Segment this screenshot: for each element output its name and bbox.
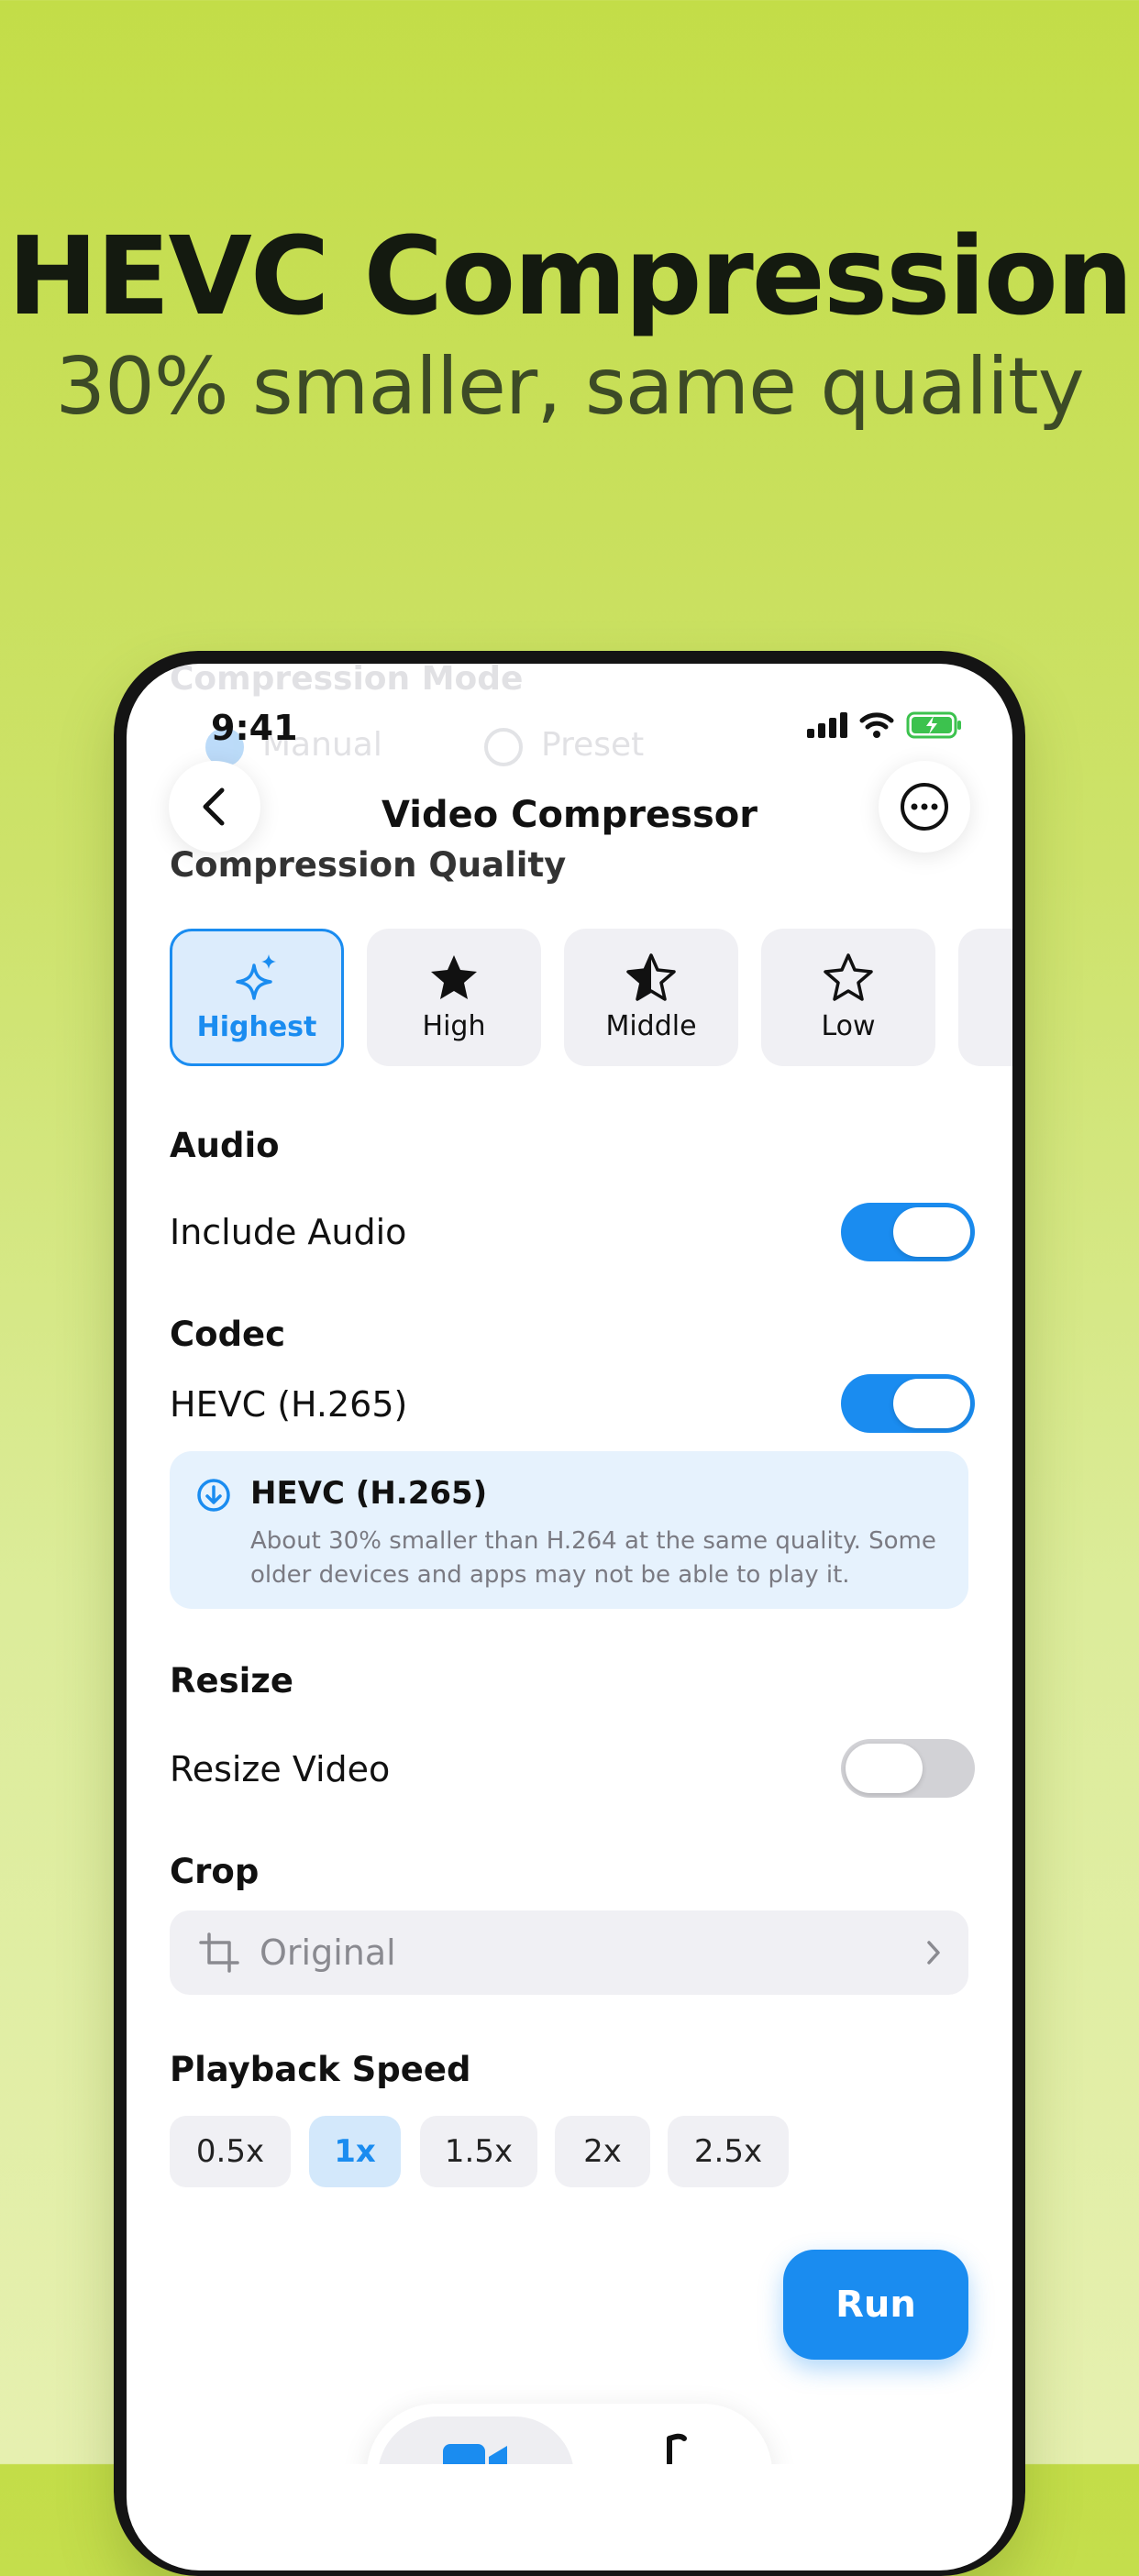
- hevc-toggle[interactable]: [841, 1374, 975, 1433]
- codec-section-label: Codec: [170, 1315, 286, 1354]
- speed-option-0.5x[interactable]: 0.5x: [170, 2116, 291, 2187]
- hevc-info-box: HEVC (H.265) About 30% smaller than H.26…: [170, 1451, 968, 1609]
- quality-option-label: Highest: [196, 1010, 317, 1043]
- star-outline-icon: [824, 952, 873, 1001]
- quality-option-low[interactable]: Low: [761, 929, 935, 1066]
- resize-video-toggle[interactable]: [841, 1739, 975, 1798]
- quality-options-row: Highest High Middle Low: [170, 929, 1012, 1068]
- video-camera-icon: [443, 2444, 507, 2464]
- include-audio-label: Include Audio: [170, 1212, 407, 1252]
- sparkles-icon: [236, 953, 276, 1000]
- info-title: HEVC (H.265): [250, 1475, 488, 1512]
- music-note-icon: [667, 2433, 687, 2464]
- tab-video[interactable]: [378, 2416, 574, 2464]
- arrow-down-circle-icon: [197, 1479, 230, 1512]
- crop-value: Original: [260, 1932, 396, 1973]
- speed-option-1x[interactable]: 1x: [309, 2116, 401, 2187]
- quality-option-partial[interactable]: [958, 929, 1012, 1066]
- playback-speed-label: Playback Speed: [170, 2050, 471, 2089]
- star-half-icon: [626, 952, 676, 1001]
- tab-audio[interactable]: [587, 2416, 761, 2464]
- quality-option-label: Middle: [605, 1009, 697, 1042]
- quality-option-label: Low: [821, 1009, 876, 1042]
- speed-option-1.5x[interactable]: 1.5x: [420, 2116, 537, 2187]
- resize-video-label: Resize Video: [170, 1749, 391, 1789]
- quality-option-middle[interactable]: Middle: [564, 929, 738, 1066]
- quality-option-label: High: [422, 1009, 486, 1042]
- speed-option-2.5x[interactable]: 2.5x: [668, 2116, 789, 2187]
- hevc-label: HEVC (H.265): [170, 1384, 408, 1425]
- quality-option-high[interactable]: High: [367, 929, 541, 1066]
- crop-icon: [199, 1932, 239, 1973]
- speed-option-2x[interactable]: 2x: [555, 2116, 650, 2187]
- quality-option-highest[interactable]: Highest: [170, 929, 344, 1066]
- chevron-right-icon: [927, 1941, 940, 1965]
- resize-section-label: Resize: [170, 1661, 293, 1701]
- tab-bar: [367, 2404, 772, 2464]
- run-button[interactable]: Run: [783, 2250, 968, 2360]
- screen-content: Highest High Middle Low Audio Include Au…: [127, 0, 1012, 2464]
- audio-section-label: Audio: [170, 1126, 280, 1165]
- info-text: About 30% smaller than H.264 at the same…: [250, 1527, 936, 1589]
- include-audio-toggle[interactable]: [841, 1203, 975, 1261]
- crop-selector[interactable]: Original: [170, 1910, 968, 1995]
- crop-section-label: Crop: [170, 1852, 260, 1891]
- star-filled-icon: [431, 954, 477, 999]
